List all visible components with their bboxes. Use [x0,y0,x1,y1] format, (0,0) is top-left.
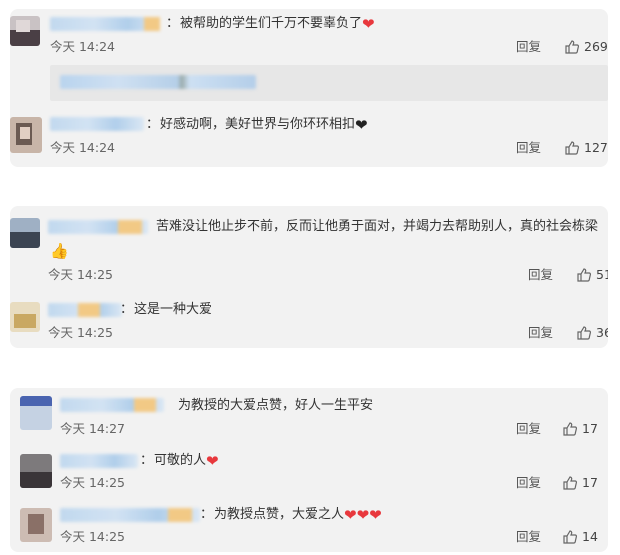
comment-text: 被帮助的学生们千万不要辜负了❤ [180,14,375,33]
comment-text: 为教授的大爱点赞，好人一生平安 [178,398,374,413]
reply-button[interactable]: 回复 [516,39,541,55]
colon: ： [166,16,180,31]
username-blurred[interactable] [60,508,200,522]
timestamp: 今天 14:24 [50,39,115,54]
username-blurred[interactable] [48,220,148,234]
avatar[interactable] [20,396,52,430]
avatar[interactable] [10,117,42,153]
thumbs-up-emoji: 👍 [50,242,69,260]
like-button[interactable]: 51 [576,266,608,284]
thumbs-up-icon [577,268,592,282]
thumbs-up-icon [563,422,578,436]
comment-text: 这是一种大爱 [134,302,213,317]
quoted-reply-blurred[interactable] [50,65,608,101]
username-blurred[interactable] [50,17,160,31]
like-count: 51 [596,267,608,282]
avatar[interactable] [10,16,40,46]
comment-card: ： 被帮助的学生们千万不要辜负了❤ 今天 14:24 回复 269 ： 好感动啊… [10,9,608,167]
comment-text: 可敬的人❤ [154,451,219,470]
like-count: 17 [582,421,598,436]
reply-button[interactable]: 回复 [516,529,541,545]
username-blurred[interactable] [60,398,164,412]
colon: ： [140,453,154,468]
username-blurred[interactable] [60,454,138,468]
timestamp: 今天 14:25 [60,529,125,544]
like-count: 36 [596,325,608,340]
avatar[interactable] [10,218,40,248]
reply-button[interactable]: 回复 [516,421,541,437]
heart-icon: ❤ [362,14,375,33]
like-button[interactable]: 17 [562,420,598,438]
heart-icon: ❤ [206,451,219,470]
thumbs-up-icon [577,326,592,340]
comment-text: 苦难没让他止步不前，反而让他勇于面对，并竭力去帮助别人，真的社会栋梁 [156,219,599,234]
timestamp: 今天 14:25 [48,325,113,340]
like-button[interactable]: 127 [564,139,608,157]
reply-button[interactable]: 回复 [528,325,553,341]
comment-text: 好感动啊，美好世界与你环环相扣❤ [160,115,368,134]
username-blurred[interactable] [48,303,122,317]
comment-card: 苦难没让他止步不前，反而让他勇于面对，并竭力去帮助别人，真的社会栋梁 👍 今天 … [10,206,608,348]
thumbs-up-icon [565,141,580,155]
username-blurred[interactable] [50,117,144,131]
timestamp: 今天 14:25 [48,267,113,282]
heart-icon: ❤ [344,505,357,524]
like-count: 127 [584,140,608,155]
avatar[interactable] [20,454,52,488]
like-count: 14 [582,529,598,544]
heart-icon: ❤ [369,505,382,524]
like-button[interactable]: 17 [562,474,598,492]
reply-button[interactable]: 回复 [528,267,553,283]
like-count: 269 [584,39,608,54]
thumbs-up-icon [563,476,578,490]
colon: ： [120,302,134,317]
heart-icon: ❤ [355,115,368,134]
colon: ： [200,507,214,522]
reply-button[interactable]: 回复 [516,475,541,491]
avatar[interactable] [20,508,52,542]
timestamp: 今天 14:27 [60,421,125,436]
timestamp: 今天 14:24 [50,140,115,155]
thumbs-up-icon [565,40,580,54]
colon: ： [146,117,160,132]
thumbs-up-icon [563,530,578,544]
timestamp: 今天 14:25 [60,475,125,490]
like-button[interactable]: 269 [564,38,608,56]
heart-icon: ❤ [356,505,370,524]
comment-card: 为教授的大爱点赞，好人一生平安 今天 14:27 回复 17 ： 可敬的人❤ 今… [10,388,608,552]
reply-button[interactable]: 回复 [516,140,541,156]
like-count: 17 [582,475,598,490]
like-button[interactable]: 14 [562,528,598,546]
like-button[interactable]: 36 [576,324,608,342]
comment-text: 为教授点赞，大爱之人❤❤❤ [214,505,382,524]
avatar[interactable] [10,302,40,332]
